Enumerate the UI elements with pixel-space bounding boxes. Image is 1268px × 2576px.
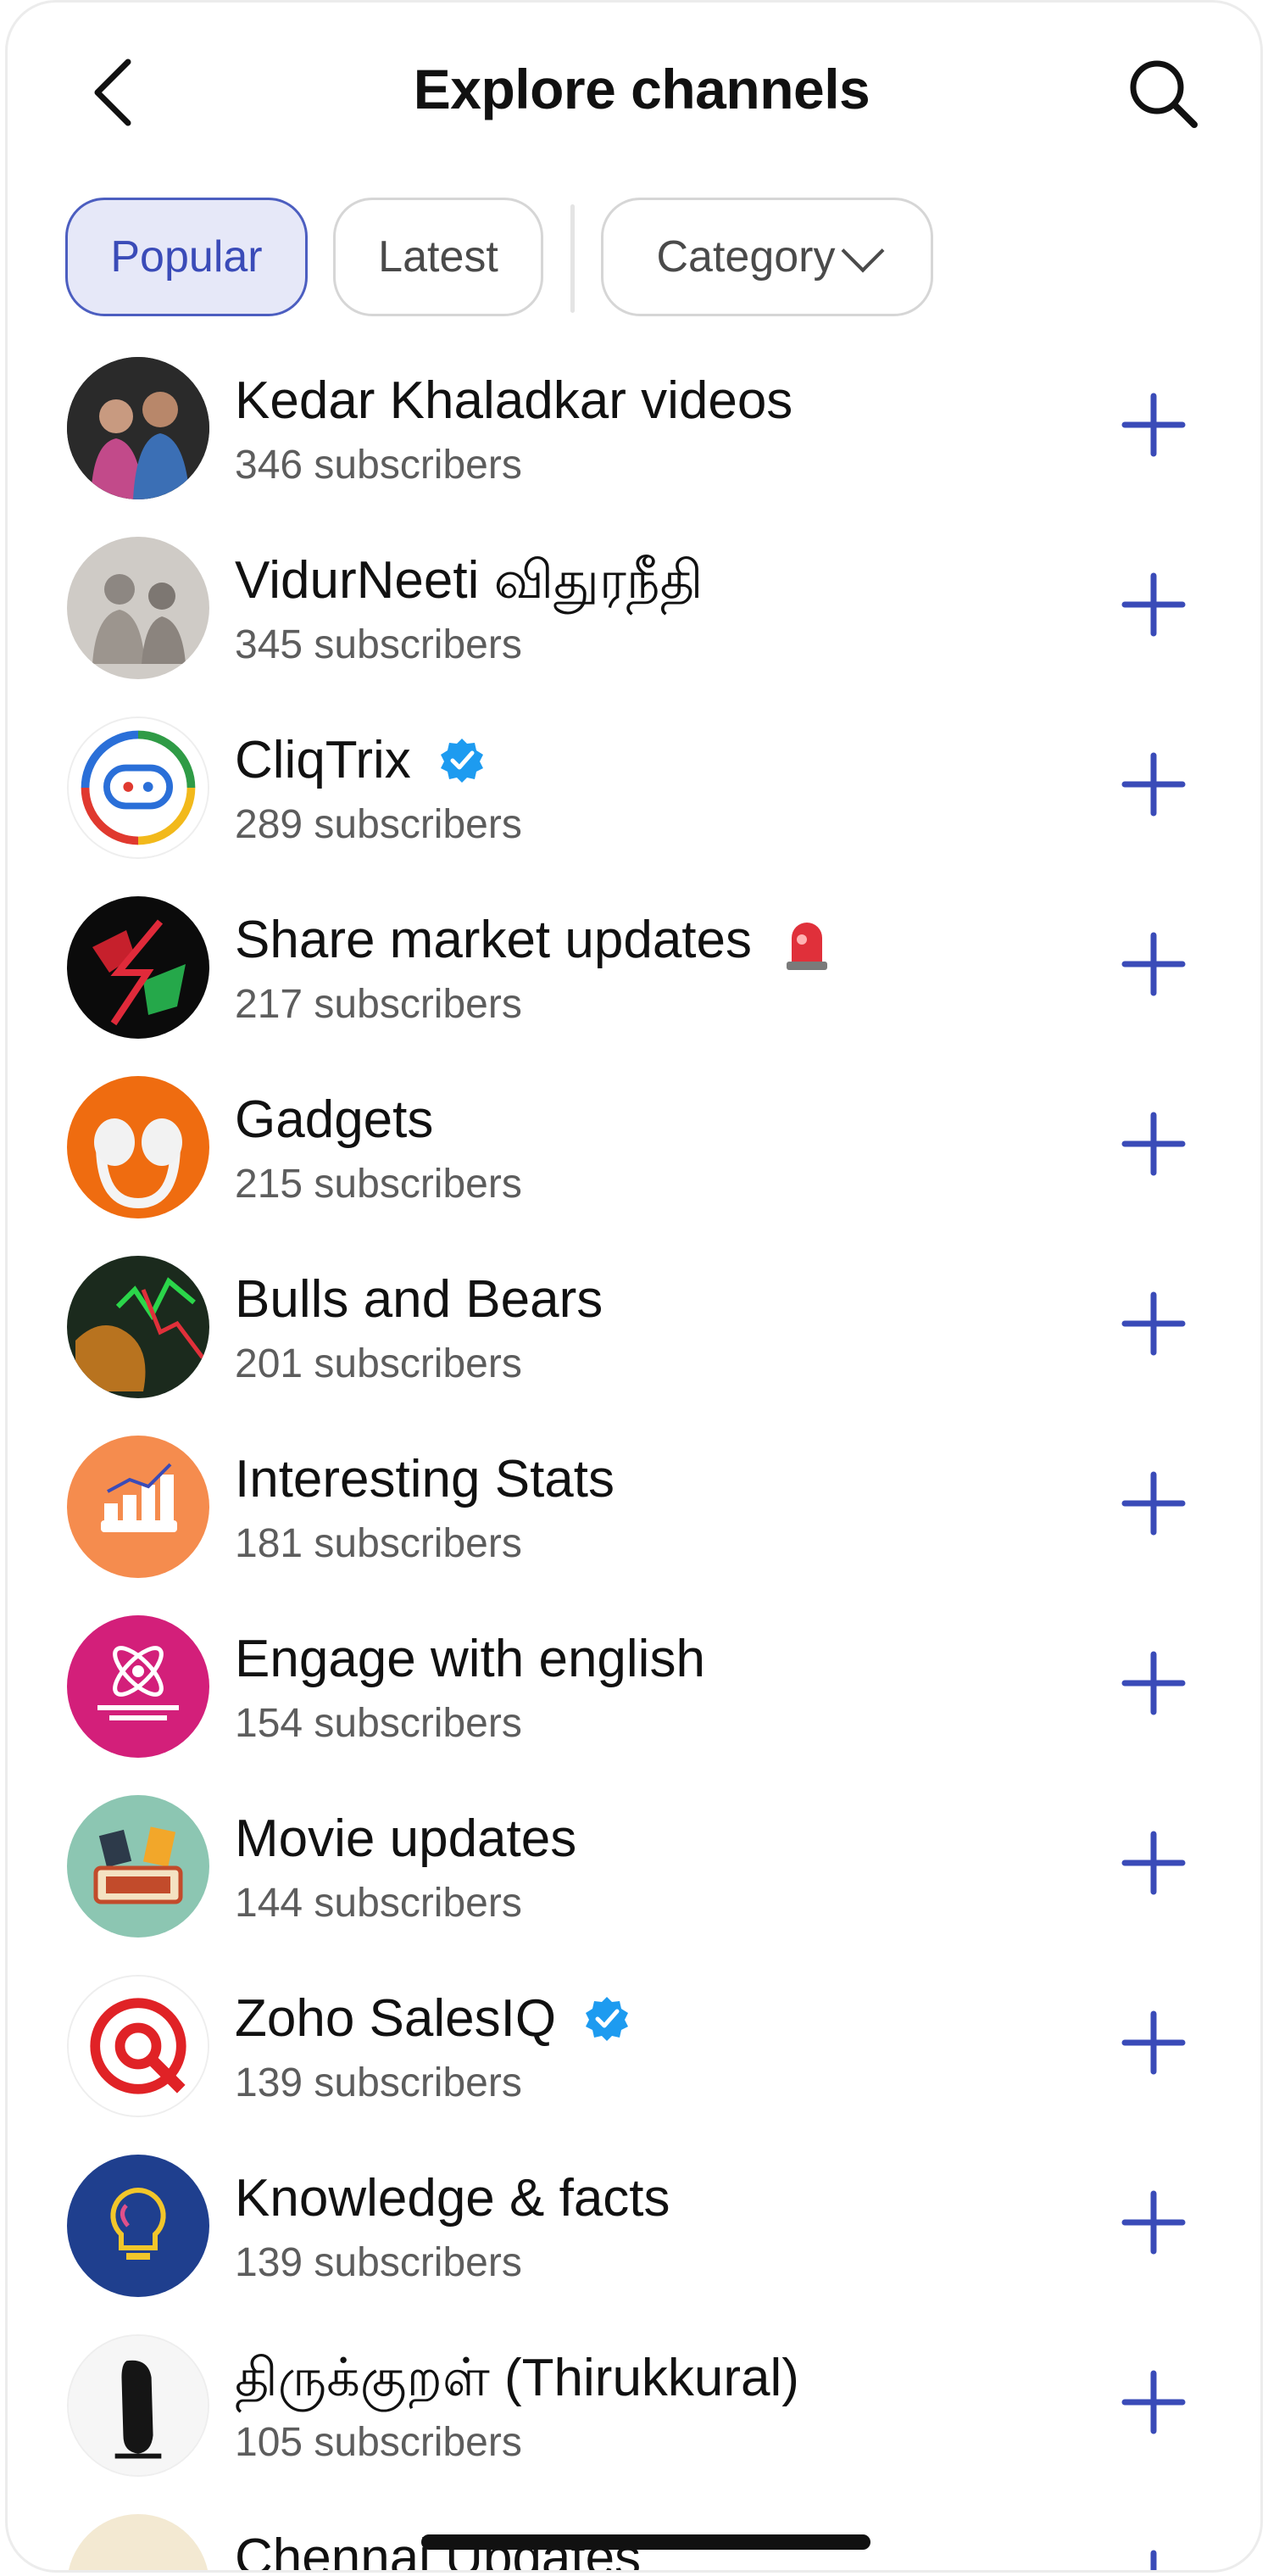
home-indicator[interactable] [421, 2534, 870, 2550]
verified-badge-icon [441, 738, 484, 783]
siren-icon [787, 922, 828, 970]
subscriber-count: 345 subscribers [235, 622, 522, 667]
channel-avatar [67, 716, 209, 859]
subscriber-count: 139 subscribers [235, 2240, 522, 2285]
channel-name: Bulls and Bears [235, 1270, 603, 1329]
filter-chip-label: Category [656, 232, 836, 282]
page-title: Explore channels [413, 58, 870, 120]
plus-icon[interactable] [1121, 1112, 1186, 1176]
plus-icon[interactable] [1121, 932, 1186, 996]
channel-name: VidurNeeti விதுரநீதி [235, 551, 704, 610]
channel-row[interactable]: Interesting Stats 181 subscribers [8, 1430, 1260, 1610]
category-dropdown[interactable]: Category [601, 198, 933, 316]
plus-icon[interactable] [1121, 2370, 1186, 2434]
channel-row[interactable]: Gadgets 215 subscribers [8, 1071, 1260, 1251]
plus-icon[interactable] [1121, 572, 1186, 637]
channel-avatar [67, 2334, 209, 2477]
channel-row[interactable]: திருக்குறள் (Thirukkural) 105 subscriber… [8, 2329, 1260, 2509]
top-bar: Explore channels [8, 3, 1260, 181]
channel-row[interactable]: Movie updates 144 subscribers [8, 1790, 1260, 1970]
channel-avatar [67, 1076, 209, 1218]
channel-avatar [67, 896, 209, 1039]
plus-icon[interactable] [1121, 752, 1186, 817]
channel-avatar [67, 1615, 209, 1758]
plus-icon[interactable] [1121, 2190, 1186, 2255]
channel-name: Knowledge & facts [235, 2169, 670, 2228]
search-icon[interactable] [1126, 57, 1199, 130]
verified-badge-icon [586, 1996, 629, 2041]
channel-name-text: Zoho SalesIQ [235, 1989, 557, 2048]
channel-name-text: CliqTrix [235, 731, 411, 789]
channel-row[interactable]: Kedar Khaladkar videos 346 subscribers [8, 352, 1260, 532]
channel-name: Gadgets [235, 1090, 434, 1149]
filter-divider [570, 204, 575, 313]
plus-icon[interactable] [1121, 1471, 1186, 1536]
channel-row[interactable]: Bulls and Bears 201 subscribers [8, 1251, 1260, 1430]
channel-avatar [67, 1256, 209, 1398]
chevron-down-icon [841, 229, 884, 273]
channel-avatar [67, 2514, 209, 2570]
plus-icon[interactable] [1121, 2010, 1186, 2075]
filter-chip-label: Popular [110, 232, 263, 282]
subscriber-count: 181 subscribers [235, 1521, 522, 1566]
channel-name: CliqTrix [235, 730, 485, 790]
subscriber-count: 154 subscribers [235, 1701, 522, 1746]
channel-name: திருக்குறள் (Thirukkural) [235, 2349, 799, 2407]
plus-icon[interactable] [1121, 1651, 1186, 1715]
filter-chips: Popular Latest Category [8, 198, 1260, 325]
plus-icon[interactable] [1121, 2550, 1186, 2573]
channel-avatar [67, 2155, 209, 2297]
subscriber-count: 346 subscribers [235, 443, 522, 488]
channel-avatar [67, 1795, 209, 1938]
plus-icon[interactable] [1121, 1831, 1186, 1895]
filter-chip-label: Latest [378, 232, 498, 282]
channel-name: Interesting Stats [235, 1450, 615, 1508]
channel-row[interactable]: Zoho SalesIQ 139 subscribers [8, 1970, 1260, 2149]
channel-name: Movie updates [235, 1809, 577, 1868]
channel-avatar [67, 357, 209, 499]
subscriber-count: 215 subscribers [235, 1162, 522, 1207]
channel-name-text: Share market updates [235, 911, 753, 969]
channel-avatar [67, 1975, 209, 2117]
channel-avatar [67, 537, 209, 679]
filter-chip-latest[interactable]: Latest [333, 198, 543, 316]
channel-row[interactable]: Knowledge & facts 139 subscribers [8, 2149, 1260, 2329]
subscriber-count: 201 subscribers [235, 1341, 522, 1386]
channel-name: Kedar Khaladkar videos [235, 371, 793, 430]
channel-name: Share market updates [235, 910, 832, 972]
channel-row[interactable]: VidurNeeti விதுரநீதி 345 subscribers [8, 532, 1260, 711]
channel-avatar [67, 1436, 209, 1578]
channel-row[interactable]: Share market updates 217 subscribers [8, 891, 1260, 1071]
subscriber-count: 217 subscribers [235, 982, 522, 1027]
plus-icon[interactable] [1121, 393, 1186, 457]
channel-name: Engage with english [235, 1630, 705, 1688]
subscriber-count: 105 subscribers [235, 2420, 522, 2465]
app-screen: Explore channels Popular Latest Category [5, 0, 1263, 2573]
channel-row[interactable]: Engage with english 154 subscribers [8, 1610, 1260, 1790]
subscriber-count: 289 subscribers [235, 802, 522, 847]
subscriber-count: 144 subscribers [235, 1881, 522, 1926]
channel-name: Zoho SalesIQ [235, 1988, 630, 2049]
filter-chip-popular[interactable]: Popular [65, 198, 308, 316]
channel-row[interactable]: CliqTrix 289 subscribers [8, 711, 1260, 891]
plus-icon[interactable] [1121, 1291, 1186, 1356]
subscriber-count: 139 subscribers [235, 2060, 522, 2105]
